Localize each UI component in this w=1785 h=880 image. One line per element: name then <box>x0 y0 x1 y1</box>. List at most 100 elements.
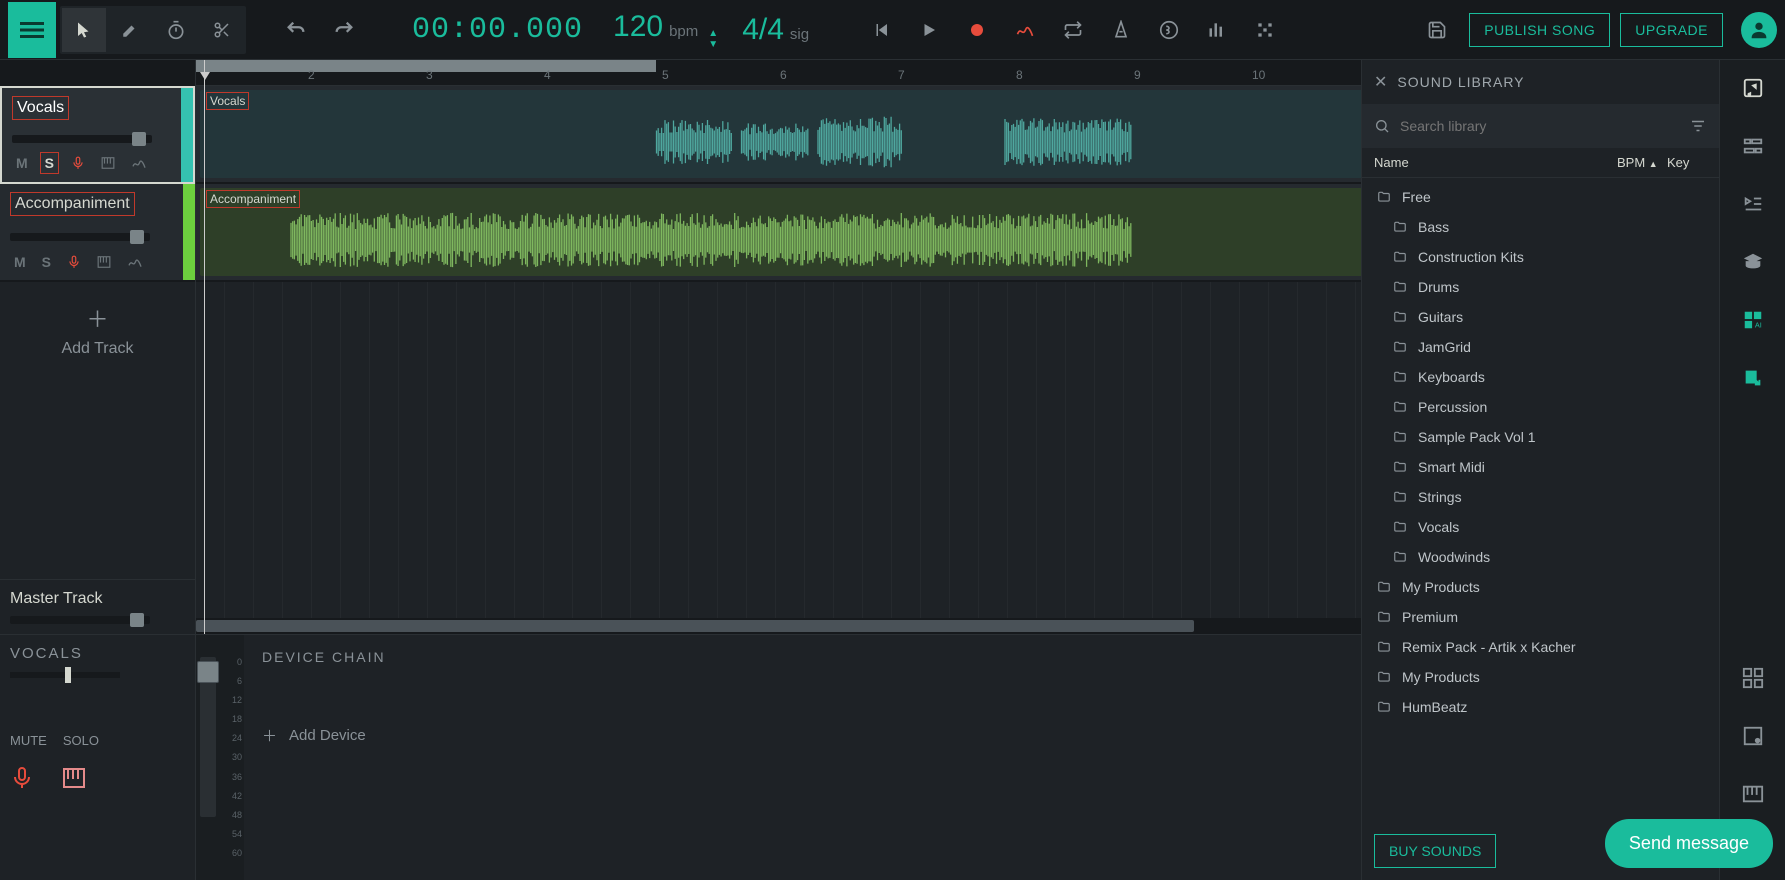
scrollbar-thumb[interactable] <box>196 620 1194 632</box>
library-folder-item[interactable]: HumBeatz <box>1362 692 1719 722</box>
library-item-label: Remix Pack - Artik x Kacher <box>1402 639 1576 655</box>
bpm-stepper-icon[interactable]: ▲▼ <box>708 28 718 50</box>
col-bpm[interactable]: BPM ▲ <box>1617 155 1667 170</box>
folder-icon <box>1376 610 1392 624</box>
mute-button[interactable]: M <box>10 252 30 272</box>
help-tab-icon[interactable] <box>1739 190 1767 218</box>
meter-scale: 06121824303642485460 <box>220 635 244 880</box>
solo-button[interactable]: S <box>40 152 59 174</box>
redo-button[interactable] <box>322 8 366 52</box>
library-search-input[interactable] <box>1400 118 1679 134</box>
clips-tab-icon[interactable] <box>1739 132 1767 160</box>
piano-icon[interactable] <box>1739 780 1767 808</box>
track-header-1[interactable]: Accompaniment M S <box>0 184 195 282</box>
volume-fader[interactable] <box>200 657 216 817</box>
time-display[interactable]: 00:00.000 <box>394 13 601 47</box>
track-volume-slider[interactable] <box>10 233 150 241</box>
mute-button[interactable]: MUTE <box>10 733 47 748</box>
bottom-track-section: VOCALS MUTE SOLO <box>0 635 196 880</box>
save-button[interactable] <box>1415 8 1459 52</box>
library-folder-item[interactable]: Construction Kits <box>1362 242 1719 272</box>
folder-icon <box>1392 310 1408 324</box>
library-tree[interactable]: FreeBassConstruction Kits Drums GuitarsJam… <box>1362 178 1719 822</box>
pointer-tool[interactable] <box>62 8 106 52</box>
library-tab-icon[interactable] <box>1739 74 1767 102</box>
publish-song-button[interactable]: PUBLISH SONG <box>1469 13 1610 47</box>
piano-roll-icon[interactable] <box>97 154 119 172</box>
library-item-label: Percussion <box>1418 399 1487 415</box>
col-key[interactable]: Key <box>1667 155 1707 170</box>
time-signature-display[interactable]: 4/4 sig <box>730 13 821 47</box>
skip-start-button[interactable] <box>859 8 903 52</box>
piano-roll-icon[interactable] <box>93 253 115 271</box>
library-folder-item[interactable]: JamGrid <box>1362 332 1719 362</box>
library-folder-item[interactable]: My Products <box>1362 662 1719 692</box>
library-folder-item[interactable]: Vocals <box>1362 512 1719 542</box>
buy-sounds-button[interactable]: BUY SOUNDS <box>1374 834 1496 868</box>
col-name[interactable]: Name <box>1374 155 1617 170</box>
undo-button[interactable] <box>274 8 318 52</box>
download-tab-icon[interactable] <box>1739 364 1767 392</box>
filter-icon[interactable] <box>1689 117 1707 135</box>
library-folder-item[interactable]: Percussion <box>1362 392 1719 422</box>
user-avatar[interactable] <box>1741 12 1777 48</box>
track-name: Accompaniment <box>10 192 135 216</box>
library-folder-item[interactable]: Premium <box>1362 602 1719 632</box>
search-icon <box>1374 118 1390 134</box>
piano-roll-icon[interactable] <box>62 766 86 790</box>
close-library-button[interactable]: ✕ <box>1374 72 1387 92</box>
record-arm-icon[interactable] <box>10 766 34 790</box>
library-item-label: My Products <box>1402 579 1480 595</box>
automation-button[interactable] <box>1003 8 1047 52</box>
sig-value: 4/4 <box>742 13 784 47</box>
track-volume-slider[interactable] <box>12 135 152 143</box>
loop-button[interactable] <box>1051 8 1095 52</box>
fullscreen-icon[interactable] <box>1739 722 1767 750</box>
library-folder-item[interactable]: Drums <box>1362 272 1719 302</box>
record-arm-icon[interactable] <box>63 253 85 271</box>
automation-icon[interactable] <box>127 153 151 173</box>
scissors-tool[interactable] <box>200 8 244 52</box>
folder-icon <box>1376 190 1392 204</box>
bpm-display[interactable]: 120 bpm ▲▼ <box>605 10 726 50</box>
master-track-header[interactable]: Master Track <box>0 579 195 634</box>
add-track-button[interactable]: ＋ Add Track <box>0 282 195 378</box>
play-button[interactable] <box>907 8 951 52</box>
ruler-mark: 9 <box>1134 68 1141 82</box>
library-folder-item[interactable]: Keyboards <box>1362 362 1719 392</box>
playhead[interactable] <box>204 60 205 634</box>
library-folder-item[interactable]: Guitars <box>1362 302 1719 332</box>
record-button[interactable] <box>955 8 999 52</box>
solo-button[interactable]: S <box>38 252 55 272</box>
library-folder-item[interactable]: Remix Pack - Artik x Kacher <box>1362 632 1719 662</box>
svg-text:AI: AI <box>1754 320 1761 329</box>
library-folder-item[interactable]: Free <box>1362 182 1719 212</box>
track-header-0[interactable]: Vocals M S <box>0 86 195 184</box>
countdown-button[interactable] <box>1147 8 1191 52</box>
send-message-button[interactable]: Send message <box>1605 819 1773 868</box>
master-volume-slider[interactable] <box>10 616 150 624</box>
mute-button[interactable]: M <box>12 153 32 173</box>
record-arm-icon[interactable] <box>67 154 89 172</box>
keyboard-shortcuts-icon[interactable] <box>1739 664 1767 692</box>
library-folder-item[interactable]: Strings <box>1362 482 1719 512</box>
pan-slider[interactable] <box>10 672 120 678</box>
library-folder-item[interactable]: Smart Midi <box>1362 452 1719 482</box>
library-folder-item[interactable]: My Products <box>1362 572 1719 602</box>
library-folder-item[interactable]: Sample Pack Vol 1 <box>1362 422 1719 452</box>
metronome-button[interactable] <box>1099 8 1143 52</box>
folder-icon <box>1392 220 1408 234</box>
library-folder-item[interactable]: Bass <box>1362 212 1719 242</box>
upgrade-button[interactable]: UPGRADE <box>1620 13 1723 47</box>
automation-icon[interactable] <box>123 252 147 272</box>
mixer-button[interactable] <box>1195 8 1239 52</box>
library-item-label: Drums <box>1418 279 1459 295</box>
pencil-tool[interactable] <box>108 8 152 52</box>
learn-tab-icon[interactable] <box>1739 248 1767 276</box>
ai-tab-icon[interactable]: AI <box>1739 306 1767 334</box>
library-folder-item[interactable]: Woodwinds <box>1362 542 1719 572</box>
solo-button[interactable]: SOLO <box>63 733 99 748</box>
snap-button[interactable] <box>1243 8 1287 52</box>
stopwatch-tool[interactable] <box>154 8 198 52</box>
hamburger-menu-button[interactable] <box>8 2 56 58</box>
